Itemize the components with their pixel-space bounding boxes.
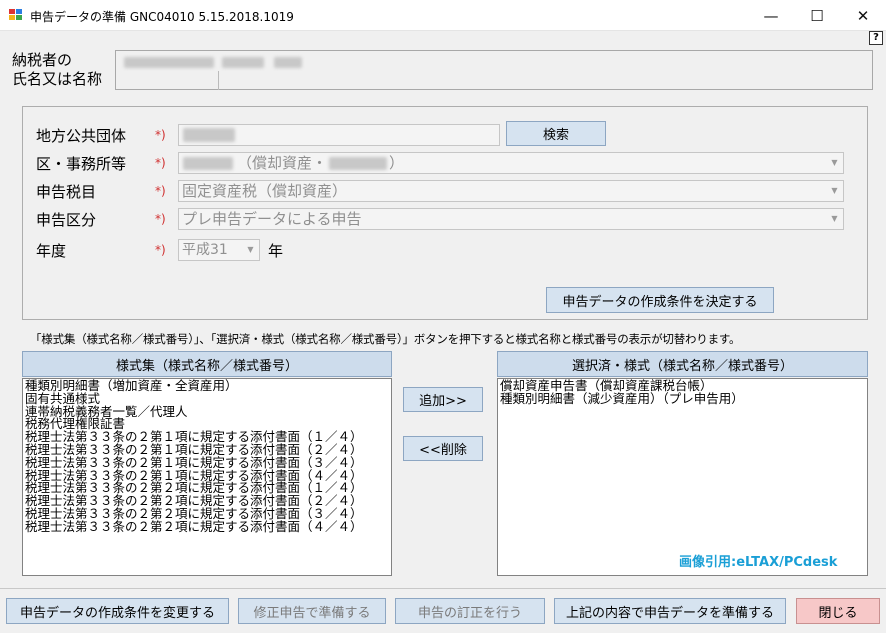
year-select[interactable]: 平成31 ▼ xyxy=(178,239,260,261)
decide-conditions-button[interactable]: 申告データの作成条件を決定する xyxy=(546,287,774,313)
office-label: 区・事務所等 xyxy=(36,155,127,173)
selected-forms-header-button[interactable]: 選択済・様式（様式名称／様式番号） xyxy=(497,351,868,377)
prepare-data-button[interactable]: 上記の内容で申告データを準備する xyxy=(554,598,786,624)
tax-item-value: 固定資産税（償却資産） xyxy=(182,182,348,200)
form-catalog-list[interactable]: 種類別明細書（増加資産・全資産用） 固有共通様式 連帯納税義務者一覧／代理人 税… xyxy=(22,378,392,576)
office-value-end: ） xyxy=(389,154,405,172)
tax-item-label: 申告税目 xyxy=(36,183,97,201)
required-mark: *) xyxy=(155,184,166,198)
minimize-button[interactable]: — xyxy=(748,0,794,31)
window-title: 申告データの準備 GNC04010 5.15.2018.1019 xyxy=(30,10,294,24)
amend-prepare-button[interactable]: 修正申告で準備する xyxy=(238,598,386,624)
taxpayer-name-field xyxy=(115,50,873,90)
list-item[interactable]: 税理士法第３３条の２第２項に規定する添付書面（４／４） xyxy=(25,520,389,534)
close-window-button[interactable]: ✕ xyxy=(840,0,886,31)
list-item[interactable]: 種類別明細書（減少資産用）（プレ申告用） xyxy=(500,392,865,406)
declaration-type-select[interactable]: プレ申告データによる申告 ▼ xyxy=(178,208,844,230)
chevron-down-icon[interactable]: ▼ xyxy=(242,240,259,260)
taxpayer-label-line1: 納税者の xyxy=(12,51,73,69)
year-label: 年度 xyxy=(36,242,67,260)
redacted-name xyxy=(274,57,302,68)
correct-declaration-button[interactable]: 申告の訂正を行う xyxy=(395,598,545,624)
chevron-down-icon[interactable]: ▼ xyxy=(826,153,843,173)
field-divider xyxy=(218,71,219,90)
help-icon[interactable]: ? xyxy=(869,31,883,45)
required-mark: *) xyxy=(155,243,166,257)
required-mark: *) xyxy=(155,156,166,170)
declaration-type-value: プレ申告データによる申告 xyxy=(182,210,362,228)
maximize-button[interactable]: ☐ xyxy=(794,0,840,31)
toggle-note: 「様式集（様式名称／様式番号）」、「選択済・様式（様式名称／様式番号）」ボタンを… xyxy=(30,332,741,346)
required-mark: *) xyxy=(155,128,166,142)
redacted-name xyxy=(222,57,264,68)
close-button[interactable]: 閉じる xyxy=(796,598,880,624)
app-icon xyxy=(9,9,23,21)
municipality-input[interactable] xyxy=(178,124,500,146)
redacted-office xyxy=(329,157,387,170)
taxpayer-label-line2: 氏名又は名称 xyxy=(12,70,103,88)
year-suffix: 年 xyxy=(268,242,284,260)
footer-divider xyxy=(0,588,886,589)
image-credit-watermark: 画像引用:eLTAX/PCdesk xyxy=(679,555,838,570)
required-mark: *) xyxy=(155,212,166,226)
title-bar: 申告データの準備 GNC04010 5.15.2018.1019 — ☐ ✕ xyxy=(0,0,886,31)
search-button[interactable]: 検索 xyxy=(506,121,606,146)
form-catalog-header-button[interactable]: 様式集（様式名称／様式番号） xyxy=(22,351,392,377)
change-conditions-button[interactable]: 申告データの作成条件を変更する xyxy=(6,598,229,624)
delete-button[interactable]: <<削除 xyxy=(403,436,483,461)
office-value-mid: （償却資産・ xyxy=(237,154,328,172)
declaration-type-label: 申告区分 xyxy=(36,211,97,229)
redacted-name xyxy=(124,57,214,68)
selected-forms-list[interactable]: 償却資産申告書（償却資産課税台帳） 種類別明細書（減少資産用）（プレ申告用） xyxy=(497,378,868,576)
office-select[interactable]: （償却資産・ ） ▼ xyxy=(178,152,844,174)
chevron-down-icon[interactable]: ▼ xyxy=(826,181,843,201)
chevron-down-icon[interactable]: ▼ xyxy=(826,209,843,229)
add-button[interactable]: 追加>> xyxy=(403,387,483,412)
year-value: 平成31 xyxy=(182,242,228,258)
tax-item-select[interactable]: 固定資産税（償却資産） ▼ xyxy=(178,180,844,202)
municipality-label: 地方公共団体 xyxy=(36,127,127,145)
redacted-municipality xyxy=(183,128,235,142)
taxpayer-label: 納税者の 氏名又は名称 xyxy=(12,51,102,89)
redacted-office xyxy=(183,157,233,170)
